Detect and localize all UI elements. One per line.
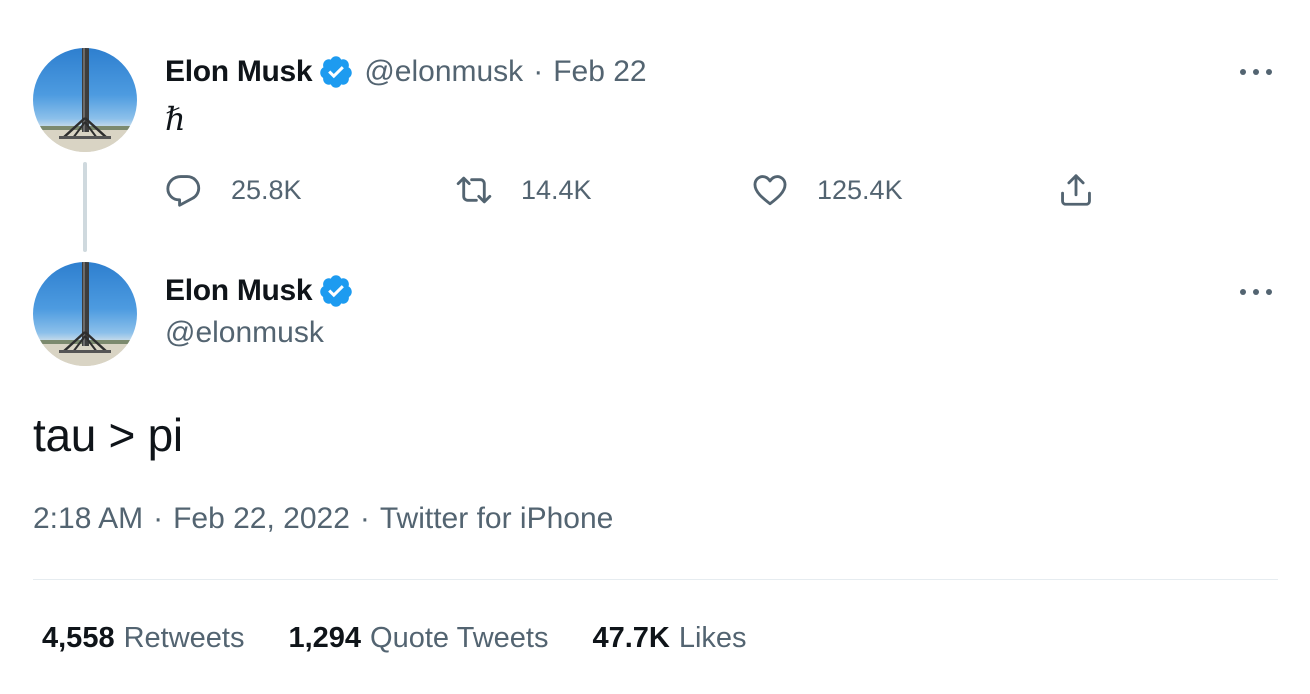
verified-badge-icon [320, 275, 353, 307]
reply-button[interactable]: 25.8K [165, 168, 302, 212]
quote-tweets-stat-link[interactable]: 1,294 Quote Tweets [288, 622, 548, 655]
tweet-time[interactable]: 2:18 AM [33, 502, 143, 535]
parent-tweet-text: ℏ [165, 100, 186, 138]
divider [33, 579, 1278, 580]
retweets-count: 4,558 [42, 621, 115, 654]
thread-connector-line [83, 162, 87, 252]
author-name[interactable]: Elon Musk [165, 274, 313, 308]
rocket-photo-icon [33, 48, 137, 152]
separator-dot: · [359, 502, 370, 535]
parent-tweet-header: Elon Musk @elonmusk · Feb 22 [165, 52, 647, 92]
quote-tweets-label: Quote Tweets [370, 621, 549, 654]
reply-icon [166, 175, 201, 207]
separator-dot: · [533, 55, 544, 88]
separator-dot: · [153, 502, 164, 535]
main-tweet-text: tau > pi [33, 409, 183, 461]
share-button[interactable] [1057, 168, 1095, 212]
more-options-icon[interactable] [1236, 62, 1276, 82]
author-name[interactable]: Elon Musk [165, 55, 313, 89]
tweet-source[interactable]: Twitter for iPhone [380, 502, 613, 535]
author-handle[interactable]: @elonmusk [364, 55, 523, 89]
quote-tweets-count: 1,294 [288, 621, 362, 654]
retweet-icon [456, 176, 492, 204]
reply-count: 25.8K [231, 174, 302, 205]
like-count: 125.4K [817, 174, 903, 205]
retweets-stat-link[interactable]: 4,558 Retweets [42, 622, 244, 655]
avatar[interactable] [33, 48, 137, 152]
rocket-photo-icon [33, 262, 137, 366]
avatar[interactable] [33, 262, 137, 366]
tweet-metadata: 2:18 AM · Feb 22, 2022 · Twitter for iPhone [33, 502, 613, 536]
author-handle[interactable]: @elonmusk [165, 316, 324, 350]
likes-stat-link[interactable]: 47.7K Likes [592, 622, 746, 655]
share-icon [1061, 174, 1091, 206]
like-button[interactable]: 125.4K [751, 168, 903, 212]
retweet-count: 14.4K [521, 174, 592, 205]
main-tweet-author-row: Elon Musk [165, 271, 364, 311]
tweet-stats: 4,558 Retweets 1,294 Quote Tweets 47.7K … [42, 618, 791, 658]
heart-icon [753, 175, 787, 206]
likes-label: Likes [678, 621, 747, 654]
retweet-button[interactable]: 14.4K [455, 168, 592, 212]
tweet-date-link[interactable]: Feb 22 [553, 55, 646, 89]
likes-count: 47.7K [592, 621, 670, 654]
tweet-date[interactable]: Feb 22, 2022 [173, 502, 350, 535]
tweet-detail-page: Elon Musk @elonmusk · Feb 22 ℏ 25.8K 14.… [0, 0, 1310, 694]
verified-badge-icon [320, 56, 353, 88]
more-options-icon[interactable] [1236, 282, 1276, 302]
parent-tweet-actions: 25.8K 14.4K 125.4K [165, 168, 1105, 212]
retweets-label: Retweets [123, 621, 245, 654]
